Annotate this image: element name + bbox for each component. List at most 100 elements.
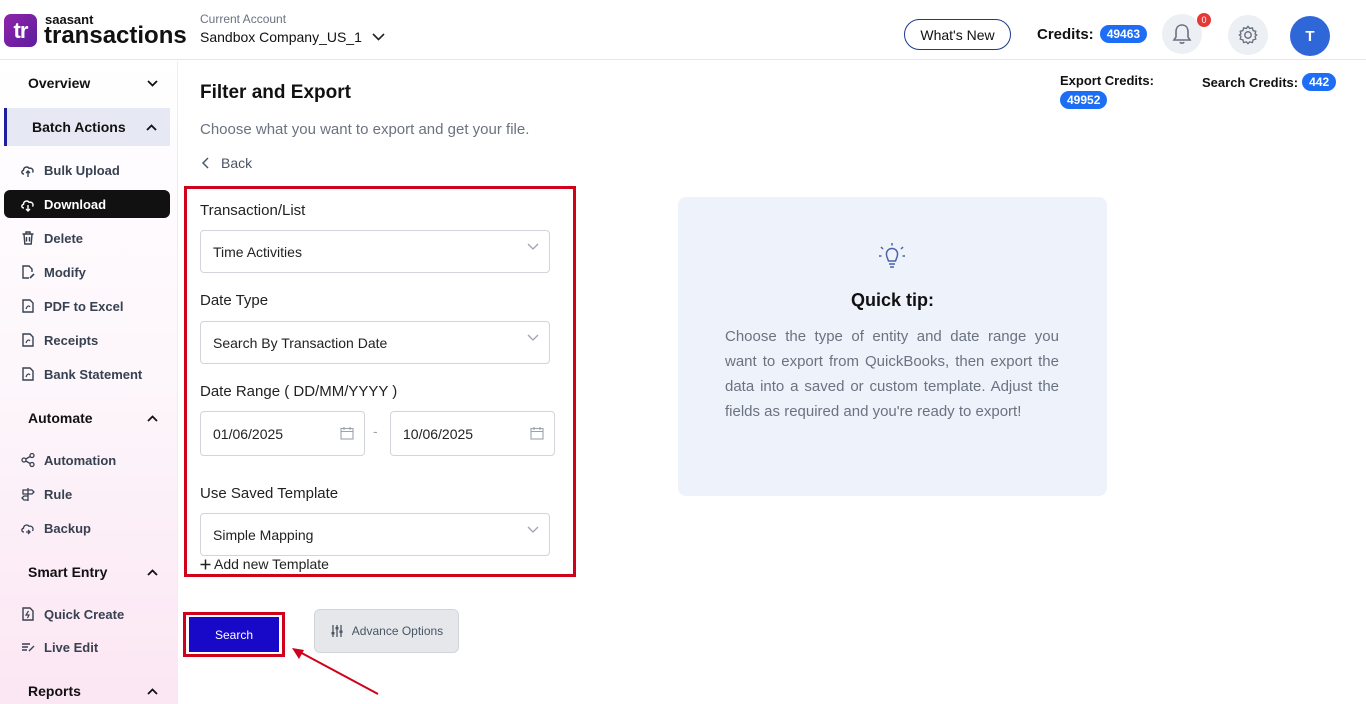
sidebar-item-label: PDF to Excel — [44, 298, 124, 314]
chevron-down-icon — [527, 334, 539, 341]
sidebar-item-label: Receipts — [44, 332, 99, 348]
credits-badge: 49463 — [1099, 25, 1148, 43]
receipt-icon — [20, 332, 36, 348]
date-to-input[interactable]: 10/06/2025 — [390, 411, 555, 456]
settings-button[interactable] — [1228, 15, 1268, 55]
search-credits-badge: 442 — [1302, 73, 1337, 91]
account-name: Sandbox Company_US_1 — [200, 29, 362, 45]
sidebar-item-label: Modify — [44, 264, 86, 280]
saved-template-select[interactable]: Simple Mapping — [200, 513, 550, 556]
sidebar-item-quick-create[interactable]: Quick Create — [4, 600, 170, 628]
sidebar-section-label: Batch Actions — [32, 119, 126, 135]
sidebar-section-label: Reports — [28, 683, 81, 699]
date-from-value: 01/06/2025 — [213, 425, 284, 442]
date-to-value: 10/06/2025 — [403, 425, 474, 442]
chevron-up-icon — [147, 568, 158, 576]
sidebar-item-live-edit[interactable]: Live Edit — [4, 633, 170, 661]
page-subtitle: Choose what you want to export and get y… — [200, 121, 530, 138]
notifications-button[interactable] — [1162, 14, 1202, 54]
gear-icon — [1238, 25, 1258, 45]
sidebar-item-label: Download — [44, 196, 107, 212]
credits-display: Credits: 49463 — [1037, 25, 1148, 43]
date-range-separator: - — [373, 423, 378, 439]
sidebar-item-label: Live Edit — [44, 639, 99, 655]
search-button[interactable]: Search — [189, 617, 279, 652]
sidebar-section-label: Overview — [28, 75, 91, 91]
signpost-icon — [20, 486, 36, 502]
top-header: tr saasant transactions Current Account … — [0, 0, 1366, 60]
sidebar-item-download[interactable]: Download — [4, 190, 170, 218]
sidebar-item-receipts[interactable]: Receipts — [4, 326, 170, 354]
annotation-arrow-icon — [292, 648, 379, 695]
back-label: Back — [221, 155, 253, 171]
calendar-icon[interactable] — [340, 426, 354, 440]
lightbulb-icon — [879, 243, 905, 268]
sidebar-item-label: Quick Create — [44, 606, 125, 622]
sidebar-item-modify[interactable]: Modify — [4, 258, 170, 286]
sidebar-item-label: Bank Statement — [44, 366, 143, 382]
bell-icon — [1172, 24, 1192, 44]
export-credits-badge: 49952 — [1060, 91, 1108, 109]
sidebar-item-label: Bulk Upload — [44, 162, 120, 178]
sidebar-section-automate[interactable]: Automate — [28, 410, 158, 426]
whats-new-button[interactable]: What's New — [904, 19, 1011, 50]
file-edit-icon — [20, 264, 36, 280]
file-lightning-icon — [20, 606, 36, 622]
sidebar-section-label: Automate — [28, 410, 93, 426]
search-credits-label: Search Credits: — [1202, 74, 1299, 90]
cloud-download-icon — [20, 196, 36, 212]
avatar[interactable]: T — [1290, 16, 1330, 56]
sidebar-item-label: Backup — [44, 520, 91, 536]
chevron-down-icon — [527, 526, 539, 533]
date-type-select[interactable]: Search By Transaction Date — [200, 321, 550, 364]
sidebar-item-bank-statement[interactable]: Bank Statement — [4, 360, 170, 388]
sidebar-item-label: Delete — [44, 230, 84, 246]
add-new-template-link[interactable]: Add new Template — [200, 556, 329, 572]
sidebar-section-batch-actions[interactable]: Batch Actions — [4, 108, 170, 146]
search-credits-display: Search Credits: 442 — [1202, 73, 1337, 91]
cloud-upload-icon — [20, 162, 36, 178]
pdf-file-icon — [20, 298, 36, 314]
sidebar-item-label: Automation — [44, 452, 117, 468]
sidebar-item-pdf-to-excel[interactable]: PDF to Excel — [4, 292, 170, 320]
date-range-label: Date Range ( DD/MM/YYYY ) — [200, 383, 398, 400]
cloud-sync-icon — [20, 520, 36, 536]
account-selector[interactable]: Sandbox Company_US_1 — [200, 29, 385, 45]
sidebar-section-reports[interactable]: Reports — [28, 683, 158, 699]
back-link[interactable]: Back — [202, 155, 252, 171]
calendar-icon[interactable] — [530, 426, 544, 440]
logo-brand-main: transactions — [44, 22, 187, 49]
sidebar-item-bulk-upload[interactable]: Bulk Upload — [4, 156, 170, 184]
sidebar-section-label: Smart Entry — [28, 564, 108, 580]
sidebar-item-backup[interactable]: Backup — [4, 514, 170, 542]
chevron-down-icon — [372, 33, 385, 41]
chevron-up-icon — [146, 123, 157, 131]
saved-template-label: Use Saved Template — [200, 485, 339, 502]
sidebar-item-rule[interactable]: Rule — [4, 480, 170, 508]
sidebar-item-automation[interactable]: Automation — [4, 446, 170, 474]
trash-icon — [20, 230, 36, 246]
sidebar-section-smart-entry[interactable]: Smart Entry — [28, 564, 158, 580]
quick-tip-body: Choose the type of entity and date range… — [725, 328, 1059, 420]
advance-options-label: Advance Options — [351, 624, 444, 638]
app-logo[interactable]: tr — [4, 14, 37, 47]
notification-count-badge: 0 — [1197, 13, 1211, 27]
bank-statement-icon — [20, 366, 36, 382]
transaction-list-value: Time Activities — [213, 243, 302, 260]
credits-label: Credits: — [1037, 25, 1094, 43]
add-new-template-label: Add new Template — [214, 556, 329, 572]
page-title: Filter and Export — [200, 82, 351, 103]
quick-tip-title: Quick tip: — [850, 290, 934, 310]
plus-icon — [200, 559, 211, 569]
chevron-left-icon — [202, 157, 209, 169]
sidebar-item-label: Rule — [44, 486, 73, 502]
quick-tip-card: Quick tip: Choose the type of entity and… — [678, 197, 1107, 496]
date-from-input[interactable]: 01/06/2025 — [200, 411, 365, 456]
chevron-up-icon — [147, 414, 158, 422]
sidebar-item-delete[interactable]: Delete — [4, 224, 170, 252]
sidebar-section-overview[interactable]: Overview — [28, 75, 158, 91]
date-type-value: Search By Transaction Date — [213, 334, 388, 351]
chevron-down-icon — [527, 243, 539, 250]
export-credits-label: Export Credits: — [1060, 73, 1154, 88]
transaction-list-select[interactable]: Time Activities — [200, 230, 550, 273]
